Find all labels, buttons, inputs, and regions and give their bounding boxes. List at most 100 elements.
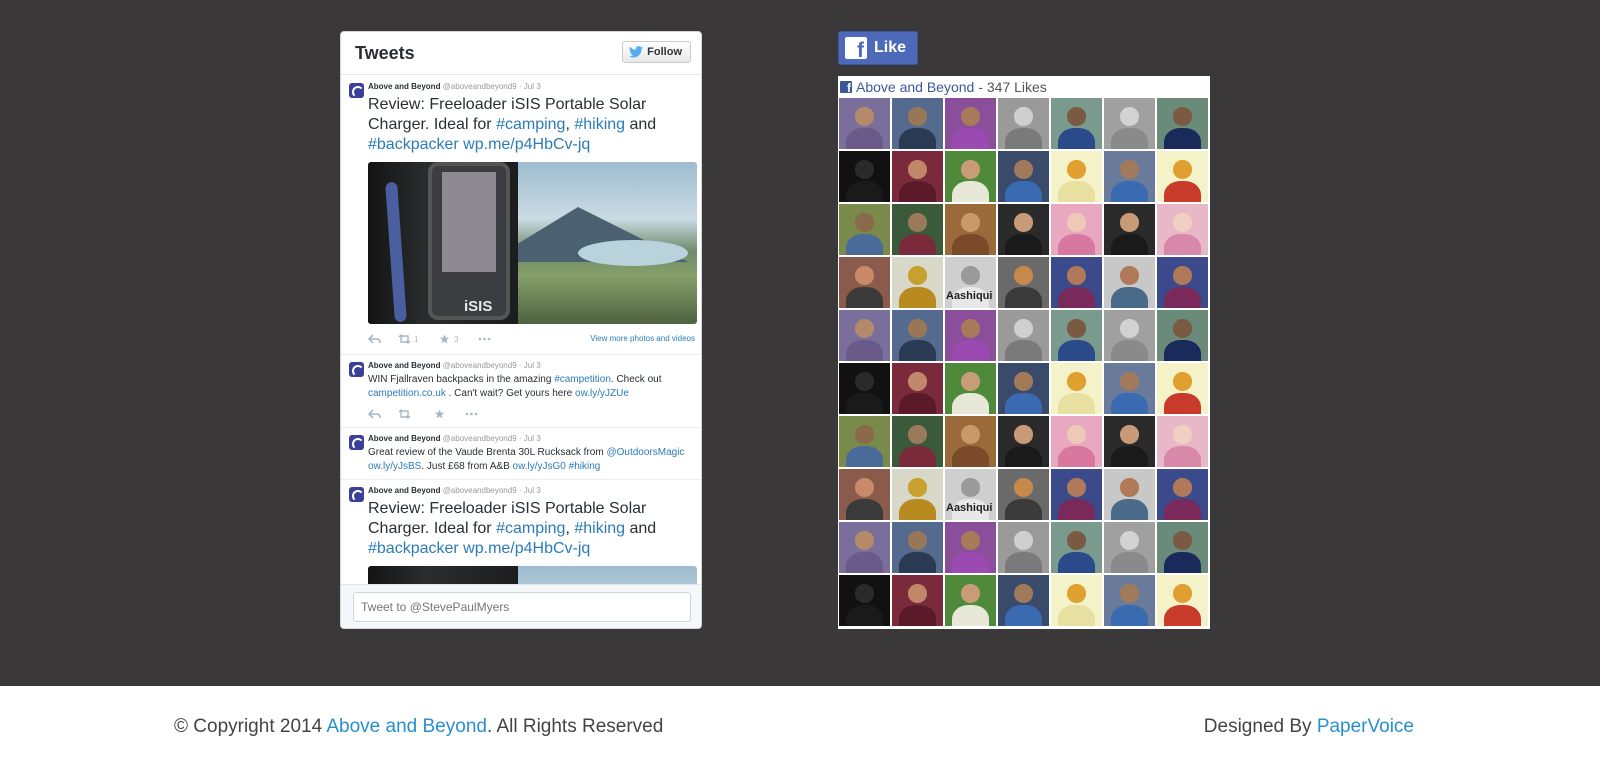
fan-avatar[interactable] xyxy=(945,575,996,626)
tweet-author-name[interactable]: Above and Beyond xyxy=(368,82,440,91)
fan-avatar[interactable] xyxy=(1157,257,1208,308)
fan-avatar[interactable] xyxy=(1104,204,1155,255)
fan-avatar[interactable] xyxy=(1051,363,1102,414)
fan-avatar[interactable] xyxy=(1051,522,1102,573)
fan-avatar[interactable] xyxy=(998,575,1049,626)
tweet-link[interactable]: @OutdoorsMagic xyxy=(606,447,684,458)
fan-avatar[interactable] xyxy=(998,522,1049,573)
retweet-action[interactable] xyxy=(398,409,411,419)
copyright-site-link[interactable]: Above and Beyond xyxy=(326,716,487,737)
tweet-author-handle[interactable]: @aboveandbeyond9 xyxy=(443,434,517,443)
fan-avatar[interactable] xyxy=(1104,98,1155,149)
fan-avatar[interactable] xyxy=(839,416,890,467)
tweet-author-handle[interactable]: @aboveandbeyond9 xyxy=(443,82,517,91)
tweet-avatar[interactable] xyxy=(349,435,364,450)
fan-avatar[interactable] xyxy=(892,151,943,202)
fan-avatar[interactable] xyxy=(839,204,890,255)
tweet-link[interactable]: ow.ly/yJsBS xyxy=(368,461,421,472)
tweet-date[interactable]: · Jul 3 xyxy=(519,486,541,495)
fan-avatar[interactable] xyxy=(839,363,890,414)
fan-avatar[interactable] xyxy=(998,310,1049,361)
tweet-compose-input[interactable] xyxy=(353,592,691,622)
designer-link[interactable]: PaperVoice xyxy=(1317,716,1414,737)
fan-avatar[interactable] xyxy=(945,151,996,202)
tweet-link[interactable]: #hiking xyxy=(574,116,625,133)
fan-avatar[interactable] xyxy=(839,98,890,149)
fan-avatar[interactable] xyxy=(1157,363,1208,414)
fan-avatar[interactable] xyxy=(1051,310,1102,361)
tweet-link[interactable]: #hiking xyxy=(569,461,601,472)
fan-avatar[interactable] xyxy=(1157,151,1208,202)
fan-avatar[interactable] xyxy=(1051,416,1102,467)
tweet-date[interactable]: · Jul 3 xyxy=(519,434,541,443)
tweet-link[interactable]: #backpacker xyxy=(368,136,459,153)
fan-avatar[interactable] xyxy=(1104,151,1155,202)
fan-avatar[interactable] xyxy=(1157,98,1208,149)
fan-avatar[interactable] xyxy=(892,469,943,520)
fan-avatar[interactable] xyxy=(892,310,943,361)
twitter-follow-button[interactable]: Follow xyxy=(622,41,691,63)
tweet-link[interactable]: #hiking xyxy=(574,520,625,537)
fan-avatar[interactable] xyxy=(998,98,1049,149)
tweet-avatar[interactable] xyxy=(349,362,364,377)
fan-avatar[interactable]: Aashiqui 3 xyxy=(945,469,996,520)
tweet-photo[interactable] xyxy=(368,566,697,586)
fan-avatar[interactable] xyxy=(998,416,1049,467)
tweet-link[interactable]: ow.ly/yJZUe xyxy=(575,388,629,399)
fan-avatar[interactable] xyxy=(1157,310,1208,361)
more-action[interactable] xyxy=(478,334,491,344)
more-action[interactable] xyxy=(465,409,478,419)
favorite-action[interactable]: 3 xyxy=(438,334,458,344)
fan-avatar[interactable] xyxy=(892,416,943,467)
tweet-stream[interactable]: Above and Beyond @aboveandbeyond9 · Jul … xyxy=(341,76,701,586)
fan-avatar[interactable] xyxy=(1157,204,1208,255)
tweet-link[interactable]: #camping xyxy=(496,520,565,537)
fan-avatar[interactable] xyxy=(1051,257,1102,308)
fan-avatar[interactable] xyxy=(839,522,890,573)
fan-avatar[interactable] xyxy=(1104,522,1155,573)
fan-avatar[interactable] xyxy=(892,363,943,414)
fan-avatar[interactable] xyxy=(839,310,890,361)
tweet-author-name[interactable]: Above and Beyond xyxy=(368,434,440,443)
fan-avatar[interactable] xyxy=(1104,416,1155,467)
fan-avatar[interactable] xyxy=(892,522,943,573)
fan-avatar[interactable] xyxy=(892,98,943,149)
fan-avatar[interactable] xyxy=(1051,98,1102,149)
fan-avatar[interactable] xyxy=(998,469,1049,520)
facebook-like-button[interactable]: Like xyxy=(838,31,918,65)
tweet-author-name[interactable]: Above and Beyond xyxy=(368,486,440,495)
facebook-page-link[interactable]: Above and Beyond xyxy=(856,79,974,95)
tweet-avatar[interactable] xyxy=(349,83,364,98)
tweet-photo[interactable]: iSIS xyxy=(368,162,697,324)
fan-avatar[interactable] xyxy=(1157,469,1208,520)
fan-avatar[interactable] xyxy=(1051,204,1102,255)
retweet-action[interactable]: 1 xyxy=(398,334,418,344)
view-more-photos-link[interactable]: View more photos and videos xyxy=(590,334,695,343)
fan-avatar[interactable] xyxy=(1104,469,1155,520)
fan-avatar[interactable] xyxy=(998,204,1049,255)
fan-avatar[interactable] xyxy=(892,204,943,255)
fan-avatar[interactable] xyxy=(892,257,943,308)
fan-avatar[interactable] xyxy=(945,310,996,361)
tweet-link[interactable]: campetition.co.uk xyxy=(368,388,446,399)
fan-avatar[interactable] xyxy=(892,575,943,626)
tweet-link[interactable]: #camping xyxy=(496,116,565,133)
tweet-author-name[interactable]: Above and Beyond xyxy=(368,361,440,370)
fan-avatar[interactable] xyxy=(945,416,996,467)
fan-avatar[interactable] xyxy=(1104,575,1155,626)
tweet-link[interactable]: wp.me/p4HbCv-jq xyxy=(463,136,590,153)
tweet-link[interactable]: #backpacker xyxy=(368,540,459,557)
fan-avatar[interactable] xyxy=(839,257,890,308)
fan-avatar[interactable] xyxy=(839,469,890,520)
fan-avatar[interactable] xyxy=(998,363,1049,414)
fan-avatar[interactable] xyxy=(1104,257,1155,308)
fan-avatar[interactable] xyxy=(945,204,996,255)
tweet-link[interactable]: wp.me/p4HbCv-jq xyxy=(463,540,590,557)
favorite-action[interactable] xyxy=(433,409,446,419)
fan-avatar[interactable] xyxy=(945,522,996,573)
fan-avatar[interactable] xyxy=(839,575,890,626)
fan-avatar[interactable] xyxy=(839,151,890,202)
fan-avatar[interactable] xyxy=(1051,575,1102,626)
fan-avatar[interactable] xyxy=(1104,310,1155,361)
fan-avatar[interactable] xyxy=(1157,522,1208,573)
